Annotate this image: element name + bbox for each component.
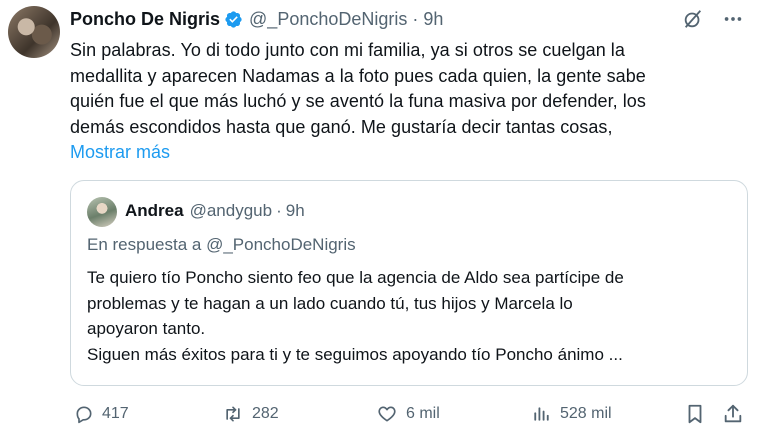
bookmark-button[interactable] — [684, 400, 706, 428]
tweet-top-actions — [682, 8, 744, 30]
quoted-text-line: apoyaron tanto. — [87, 319, 206, 338]
quoted-tweet-header: Andrea @andygub · 9h — [125, 201, 305, 221]
grok-icon[interactable] — [682, 8, 704, 30]
author-avatar[interactable] — [8, 6, 60, 58]
views-icon — [534, 407, 549, 421]
bookmark-icon — [688, 404, 702, 424]
header-separator: · — [412, 8, 419, 29]
quoted-tweet-timestamp: 9h — [285, 201, 305, 220]
quoted-text-line: Siguen más éxitos para ti y te seguimos … — [87, 344, 623, 364]
author-handle[interactable]: @_PonchoDeNigris — [249, 9, 407, 30]
tweet-text-line: Sin palabras. Yo di todo junto con mi fa… — [70, 40, 625, 60]
reply-icon — [76, 406, 92, 424]
quoted-author-name: Andrea — [125, 201, 184, 220]
tweet-text-line: demás escondidos hasta que ganó. Me gust… — [70, 116, 613, 137]
quoted-text-line: Te quiero tío Poncho siento feo que la a… — [87, 268, 624, 287]
quoted-author-handle: @andygub — [189, 201, 273, 220]
retweet-icon — [226, 406, 240, 422]
tweet-timestamp[interactable]: 9h — [423, 9, 443, 30]
views-count: 528 mil — [560, 405, 612, 422]
reply-count: 417 — [102, 405, 129, 422]
quoted-tweet-body: Te quiero tío Poncho siento feo que la a… — [87, 265, 737, 367]
verified-badge-icon — [225, 10, 242, 28]
tweet-body: Sin palabras. Yo di todo junto con mi fa… — [70, 38, 760, 140]
quoted-text-line: problemas y te hagan a un lado cuando tú… — [87, 293, 573, 313]
tweet-text-line: quién fue el que más luchó y se aventó l… — [70, 91, 646, 111]
tweet-action-bar: 417 282 6 mil 528 mil — [70, 400, 752, 428]
share-button[interactable] — [722, 400, 744, 428]
author-name[interactable]: Poncho De Nigris — [70, 9, 220, 30]
retweet-button[interactable]: 282 — [222, 400, 279, 428]
retweet-count: 282 — [252, 405, 279, 422]
more-options-icon[interactable] — [722, 8, 744, 30]
views-button[interactable]: 528 mil — [530, 400, 612, 428]
quoted-tweet[interactable]: Andrea @andygub · 9h En respuesta a @_Po… — [70, 180, 748, 386]
quoted-header-separator: · — [276, 201, 282, 220]
heart-icon — [378, 406, 396, 422]
quoted-author-avatar — [87, 197, 117, 227]
like-count: 6 mil — [406, 405, 440, 422]
tweet-header: Poncho De Nigris @_PonchoDeNigris · 9h — [70, 8, 443, 30]
reply-context: En respuesta a @_PonchoDeNigris — [87, 235, 356, 254]
share-icon — [724, 404, 742, 423]
reply-button[interactable]: 417 — [74, 400, 129, 428]
tweet-text-line: medallita y aparecen Nadamas a la foto p… — [70, 65, 646, 86]
show-more-link[interactable]: Mostrar más — [70, 140, 170, 165]
like-button[interactable]: 6 mil — [376, 400, 440, 428]
